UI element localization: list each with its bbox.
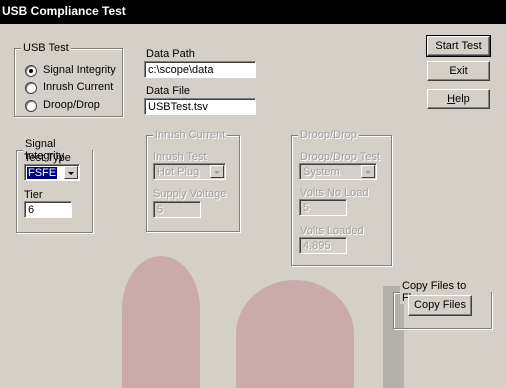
exit-button[interactable]: Exit bbox=[427, 61, 490, 81]
dropdown-button[interactable] bbox=[210, 165, 224, 178]
volts-no-load-input[interactable]: 5 bbox=[299, 199, 347, 216]
dropdown-button[interactable] bbox=[64, 166, 78, 179]
droop-drop-test-value: System bbox=[303, 166, 340, 178]
radio-signal-integrity[interactable]: Signal Integrity bbox=[25, 64, 121, 78]
inrush-current-legend: Inrush Current bbox=[153, 129, 228, 141]
copy-files-button[interactable]: Copy Files bbox=[408, 295, 472, 316]
radio-dot-selected bbox=[25, 65, 37, 77]
data-file-label: Data File bbox=[146, 85, 191, 97]
chevron-down-icon bbox=[365, 171, 371, 174]
supply-voltage-label: Supply Voltage bbox=[153, 188, 227, 200]
radio-droop-drop[interactable]: Droop/Drop bbox=[25, 99, 121, 113]
droop-drop-test-dropdown[interactable]: System bbox=[299, 163, 377, 180]
client-area: USB Test Signal Integrity Inrush Current… bbox=[0, 24, 506, 388]
radio-inrush-current[interactable]: Inrush Current bbox=[25, 81, 121, 95]
radio-label: Inrush Current bbox=[43, 81, 114, 93]
title-bar[interactable]: USB Compliance Test bbox=[0, 0, 506, 24]
supply-voltage-input[interactable]: 5 bbox=[153, 201, 201, 218]
tier-input[interactable]: 6 bbox=[24, 201, 72, 218]
radio-dot bbox=[25, 100, 37, 112]
data-path-label: Data Path bbox=[146, 48, 195, 60]
help-label-rest: elp bbox=[455, 93, 470, 105]
window-title: USB Compliance Test bbox=[2, 4, 126, 18]
help-mnemonic: H bbox=[447, 93, 456, 105]
radio-label: Signal Integrity bbox=[43, 64, 116, 76]
app-window: USB Compliance Test USB Test Signal Inte… bbox=[0, 0, 506, 388]
data-path-input[interactable]: c:\scope\data bbox=[144, 61, 256, 78]
droop-drop-legend: Droop/Drop bbox=[298, 129, 359, 141]
test-type-dropdown[interactable]: FSFE bbox=[24, 164, 80, 181]
volts-loaded-input[interactable]: 4.895 bbox=[299, 237, 347, 254]
usb-test-legend: USB Test bbox=[21, 42, 71, 54]
data-file-input[interactable]: USBTest.tsv bbox=[144, 98, 256, 115]
radio-label: Droop/Drop bbox=[43, 99, 100, 111]
chevron-down-icon bbox=[68, 172, 74, 175]
start-test-button[interactable]: Start Test bbox=[426, 35, 491, 57]
test-type-value: FSFE bbox=[27, 167, 58, 179]
radio-dot bbox=[25, 82, 37, 94]
inrush-test-dropdown[interactable]: Hot Plug bbox=[153, 163, 226, 180]
dropdown-button[interactable] bbox=[361, 165, 375, 178]
inrush-test-value: Hot Plug bbox=[157, 166, 200, 178]
chevron-down-icon bbox=[214, 171, 220, 174]
help-button[interactable]: Help bbox=[427, 89, 490, 109]
